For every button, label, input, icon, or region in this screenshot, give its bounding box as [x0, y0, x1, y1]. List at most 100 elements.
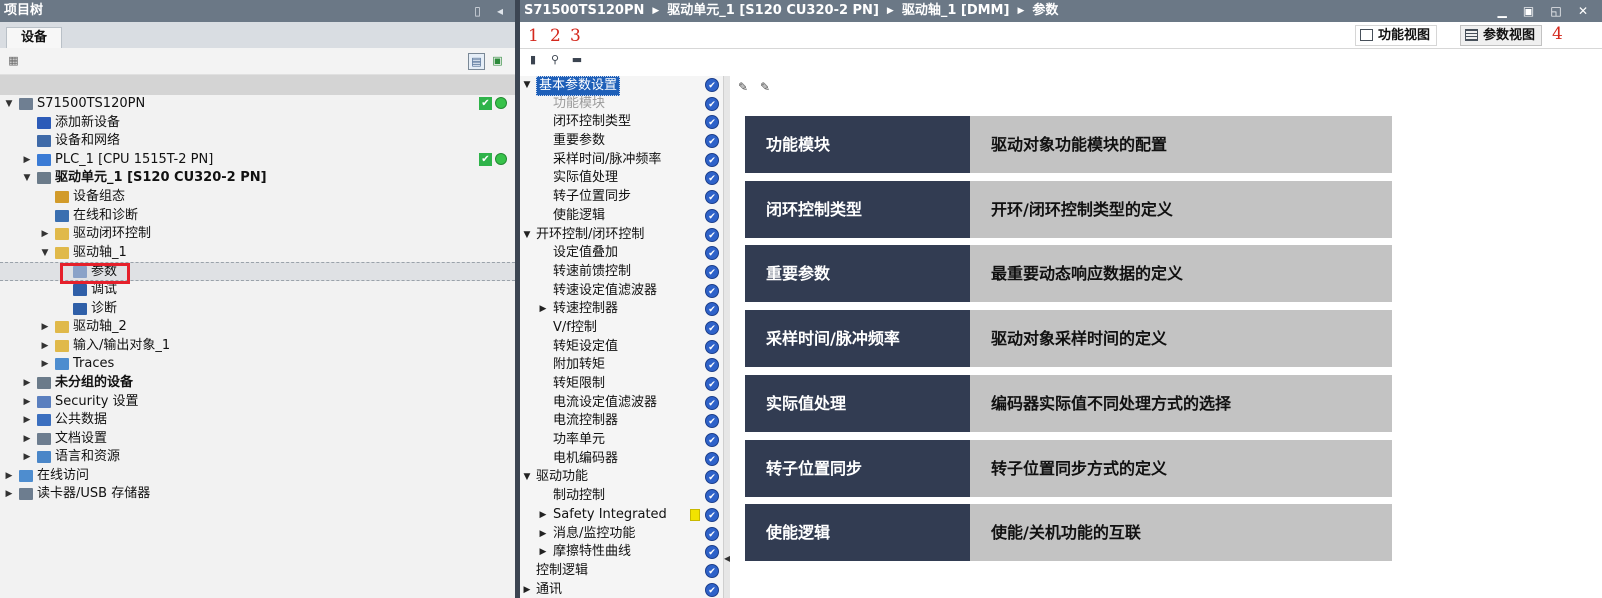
tree-item[interactable]: ▶ 读卡器/USB 存储器: [0, 485, 515, 504]
nav-item[interactable]: 转速设定值滤波器 ✔: [520, 282, 723, 301]
tree-item[interactable]: ▼ 驱动轴_1: [0, 244, 515, 263]
detail-view-icon[interactable]: ▤: [468, 53, 485, 70]
function-name-button[interactable]: 采样时间/脉冲频率: [745, 310, 970, 368]
tree-item[interactable]: 诊断: [0, 300, 515, 319]
function-name-button[interactable]: 闭环控制类型: [745, 180, 970, 238]
window-controls[interactable]: ▁ ▣ ◱ ✕: [1498, 0, 1595, 22]
function-card[interactable]: 采样时间/脉冲频率 驱动对象采样时间的定义: [745, 310, 1392, 368]
collapse-arrow-icon[interactable]: ▼: [4, 95, 14, 113]
tree-settings-icon[interactable]: ▦: [6, 53, 21, 68]
expand-arrow-icon[interactable]: ▶: [4, 467, 14, 485]
expand-arrow-icon[interactable]: ▶: [40, 337, 50, 355]
function-name-button[interactable]: 重要参数: [745, 245, 970, 303]
breadcrumb-drive-unit[interactable]: 驱动单元_1 [S120 CU320-2 PN]: [667, 0, 879, 22]
tree-item[interactable]: 在线和诊断: [0, 207, 515, 226]
collapse-arrow-icon[interactable]: ▼: [522, 226, 532, 244]
nav-item[interactable]: 实际值处理 ✔: [520, 169, 723, 188]
tree-item[interactable]: ▶ 驱动轴_2: [0, 318, 515, 337]
collapse-arrow-icon[interactable]: ▼: [522, 76, 532, 94]
nav-item[interactable]: 采样时间/脉冲频率 ✔: [520, 151, 723, 170]
function-name-button[interactable]: 转子位置同步: [745, 439, 970, 497]
function-view-button[interactable]: 功能视图: [1355, 25, 1438, 46]
function-card[interactable]: 功能模块 驱动对象功能模块的配置: [745, 116, 1392, 173]
expand-arrow-icon[interactable]: ▶: [522, 581, 532, 598]
tree-item[interactable]: ▶ Security 设置: [0, 393, 515, 412]
function-card[interactable]: 转子位置同步 转子位置同步方式的定义: [745, 439, 1392, 497]
nav-item[interactable]: 闭环控制类型 ✔: [520, 113, 723, 132]
function-name-button[interactable]: 使能逻辑: [745, 504, 970, 562]
nav-item[interactable]: 转矩限制 ✔: [520, 375, 723, 394]
breadcrumb-project[interactable]: S71500TS120PN: [524, 0, 644, 22]
expand-arrow-icon[interactable]: ▶: [40, 318, 50, 336]
expand-arrow-icon[interactable]: ▶: [4, 485, 14, 503]
collapse-arrow-icon[interactable]: ▼: [22, 169, 32, 187]
tree-item[interactable]: ▶ 驱动闭环控制: [0, 225, 515, 244]
tree-item[interactable]: ▼ 驱动单元_1 [S120 CU320-2 PN]: [0, 169, 515, 188]
expand-arrow-icon[interactable]: ▶: [22, 430, 32, 448]
tree-item[interactable]: ▶ 未分组的设备: [0, 374, 515, 393]
nav-item[interactable]: V/f控制 ✔: [520, 319, 723, 338]
tree-item[interactable]: ▶ PLC_1 [CPU 1515T-2 PN] ✔: [0, 151, 515, 170]
expand-arrow-icon[interactable]: ▶: [22, 374, 32, 392]
tree-item[interactable]: 添加新设备: [0, 114, 515, 133]
nav-item[interactable]: 转矩设定值 ✔: [520, 338, 723, 357]
online-icon[interactable]: ▬: [570, 53, 584, 67]
breadcrumb-drive-axis[interactable]: 驱动轴_1 [DMM]: [902, 0, 1010, 22]
nav-item[interactable]: 功率单元 ✔: [520, 431, 723, 450]
tree-item[interactable]: ▶ 输入/输出对象_1: [0, 337, 515, 356]
tree-item[interactable]: ▶ 语言和资源: [0, 448, 515, 467]
tree-item[interactable]: ▶ 文档设置: [0, 430, 515, 449]
nav-item[interactable]: ▶ 消息/监控功能 ✔: [520, 525, 723, 544]
expand-arrow-icon[interactable]: ▶: [538, 525, 548, 543]
nav-item[interactable]: 使能逻辑 ✔: [520, 207, 723, 226]
compare-icon[interactable]: ⚲: [548, 53, 562, 67]
nav-item[interactable]: 电流控制器 ✔: [520, 412, 723, 431]
nav-item[interactable]: 控制逻辑 ✔: [520, 562, 723, 581]
tree-item[interactable]: 设备和网络: [0, 132, 515, 151]
nav-item[interactable]: 重要参数 ✔: [520, 132, 723, 151]
nav-splitter[interactable]: ◀: [723, 76, 730, 598]
nav-item[interactable]: ▶ 通讯 ✔: [520, 581, 723, 598]
nav-item[interactable]: 制动控制 ✔: [520, 487, 723, 506]
collapse-arrow-icon[interactable]: ▼: [522, 468, 532, 486]
edit-settings-icon[interactable]: ✎: [760, 80, 774, 94]
tree-options-icon[interactable]: ▣: [490, 53, 505, 68]
nav-item[interactable]: 转子位置同步 ✔: [520, 188, 723, 207]
edit-icon[interactable]: ✎: [738, 80, 752, 94]
save-icon[interactable]: ▮: [526, 53, 540, 67]
nav-item[interactable]: ▶ Safety Integrated ✔: [520, 506, 723, 525]
tree-item[interactable]: ▼ S71500TS120PN ✔: [0, 95, 515, 114]
expand-arrow-icon[interactable]: ▶: [40, 355, 50, 373]
function-card[interactable]: 闭环控制类型 开环/闭环控制类型的定义: [745, 180, 1392, 238]
tab-devices[interactable]: 设备: [6, 27, 63, 49]
expand-arrow-icon[interactable]: ▶: [22, 448, 32, 466]
nav-item[interactable]: ▶ 摩擦特性曲线 ✔: [520, 543, 723, 562]
nav-item[interactable]: ▶ 转速控制器 ✔: [520, 300, 723, 319]
nav-item[interactable]: 电流设定值滤波器 ✔: [520, 394, 723, 413]
nav-item[interactable]: ▼ 基本参数设置 ✔: [520, 76, 723, 96]
tree-item[interactable]: ▶ 在线访问: [0, 467, 515, 486]
expand-arrow-icon[interactable]: ▶: [538, 506, 548, 524]
function-name-button[interactable]: 实际值处理: [745, 374, 970, 432]
expand-arrow-icon[interactable]: ▶: [40, 225, 50, 243]
nav-item[interactable]: 设定值叠加 ✔: [520, 244, 723, 263]
function-name-button[interactable]: 功能模块: [745, 116, 970, 173]
expand-arrow-icon[interactable]: ▶: [22, 151, 32, 169]
collapse-arrow-icon[interactable]: ▼: [40, 244, 50, 262]
function-card[interactable]: 使能逻辑 使能/关机功能的互联: [745, 504, 1392, 562]
nav-item[interactable]: 功能模块 ✔: [520, 95, 723, 114]
nav-item[interactable]: ▼ 驱动功能 ✔: [520, 468, 723, 487]
nav-item[interactable]: 附加转矩 ✔: [520, 356, 723, 375]
tree-item[interactable]: ▶ 公共数据: [0, 411, 515, 430]
function-card[interactable]: 重要参数 最重要动态响应数据的定义: [745, 245, 1392, 303]
expand-arrow-icon[interactable]: ▶: [538, 300, 548, 318]
expand-arrow-icon[interactable]: ▶: [538, 543, 548, 561]
tree-item[interactable]: ▶ Traces: [0, 355, 515, 374]
panel-controls[interactable]: ▯ ◂: [474, 0, 509, 22]
parameter-view-button[interactable]: 参数视图: [1460, 25, 1543, 46]
expand-arrow-icon[interactable]: ▶: [22, 411, 32, 429]
nav-item[interactable]: 转速前馈控制 ✔: [520, 263, 723, 282]
tree-item[interactable]: 设备组态: [0, 188, 515, 207]
nav-item[interactable]: ▼ 开环控制/闭环控制 ✔: [520, 226, 723, 245]
expand-arrow-icon[interactable]: ▶: [22, 393, 32, 411]
